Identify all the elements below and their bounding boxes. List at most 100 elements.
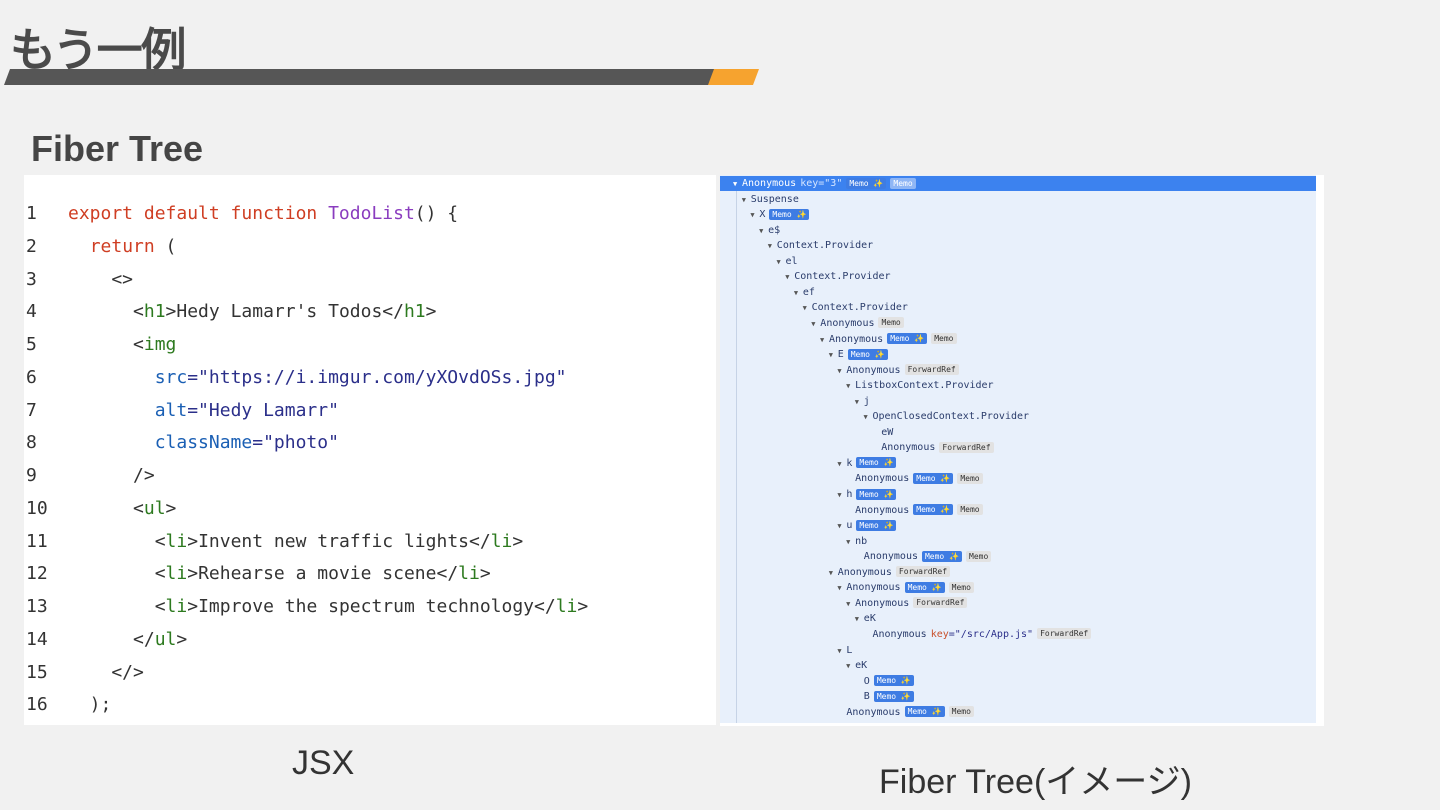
tree-node[interactable]: ▼ e$ — [720, 223, 780, 238]
tree-node[interactable]: ▼ j — [720, 394, 870, 409]
type-badge: Memo — [948, 581, 974, 593]
tree-node[interactable]: ▼ eK — [720, 658, 867, 673]
jsx-code-panel: 1 export default function TodoList() {2 r… — [24, 175, 716, 725]
tree-node-label: Context.Provider — [811, 302, 908, 314]
tree-node-label: Anonymous — [837, 566, 892, 578]
code-token: > — [512, 530, 524, 552]
tree-node[interactable]: ▼ k Memo ✨ — [720, 456, 897, 471]
tree-node[interactable]: Anonymous Memo ✨ Memo — [720, 549, 992, 564]
expand-triangle-icon[interactable]: ▼ — [742, 193, 751, 208]
tree-node[interactable]: ▼ Anonymous Memo ✨ Memo — [720, 332, 957, 347]
expand-triangle-icon[interactable]: ▼ — [759, 224, 768, 239]
expand-triangle-icon[interactable]: ▼ — [829, 348, 838, 363]
tree-node[interactable]: ▼ eK — [720, 611, 876, 626]
tree-node-label: ef — [802, 286, 815, 298]
tree-node[interactable]: ▼ Context.Provider — [720, 300, 908, 315]
expand-triangle-icon[interactable]: ▼ — [855, 612, 864, 627]
code-line: 7 alt="Hedy Lamarr" — [24, 394, 339, 427]
code-token: TodoList — [328, 203, 415, 224]
expand-triangle-icon[interactable]: ▼ — [846, 379, 855, 394]
tree-node[interactable]: ▼ Anonymous Memo ✨ Memo — [720, 580, 974, 595]
code-token: ="Hedy Lamarr" — [187, 399, 339, 421]
expand-triangle-icon[interactable]: ▼ — [785, 270, 794, 285]
tree-node[interactable]: ▼ L — [720, 643, 852, 658]
code-token: /> — [68, 465, 155, 486]
tree-node-label: B — [863, 691, 870, 703]
tree-node[interactable]: ▼ Context.Provider — [720, 238, 873, 253]
expand-triangle-icon[interactable]: ▼ — [829, 566, 838, 581]
tree-node[interactable]: ▼ Anonymous key="3" Memo ✨ Memo — [720, 176, 1316, 191]
tree-node-label: eK — [863, 613, 876, 625]
type-badge: Memo — [957, 472, 983, 484]
tree-node[interactable]: ▼ Anonymous Memo — [720, 316, 904, 331]
tree-node[interactable]: ▼ u Memo ✨ — [720, 518, 897, 533]
expand-triangle-icon[interactable]: ▼ — [846, 535, 855, 550]
line-number: 12 — [26, 563, 48, 585]
tree-node[interactable]: Anonymous key="/src/App.js" ForwardRef — [720, 627, 1092, 642]
tree-node[interactable]: Anonymous Memo ✨ Memo — [720, 471, 983, 486]
tree-node[interactable]: ▼ el — [720, 254, 798, 269]
code-token: export default function — [68, 203, 329, 224]
tree-node[interactable]: ▼ Suspense — [720, 192, 799, 207]
tree-node-label: h — [846, 489, 853, 500]
memo-compiler-badge: Memo ✨ — [856, 457, 897, 469]
tree-node[interactable]: ▼ Anonymous ForwardRef — [720, 363, 959, 378]
tree-node[interactable]: ▼ Context.Provider — [720, 269, 890, 285]
tree-node[interactable]: B Memo ✨ — [720, 689, 914, 704]
code-line: 8 className="photo" — [24, 426, 339, 459]
code-token: < — [68, 530, 166, 552]
line-number: 10 — [26, 497, 48, 519]
code-token: < — [68, 497, 144, 519]
tree-node[interactable]: ▼ Anonymous ForwardRef — [720, 565, 951, 581]
title-underline-bar — [4, 69, 759, 85]
tree-node[interactable]: ▼ ef — [720, 285, 815, 300]
tree-node[interactable]: ▼ Anonymous ForwardRef — [720, 596, 968, 612]
type-badge: ForwardRef — [1037, 628, 1092, 640]
expand-triangle-icon[interactable]: ▼ — [820, 333, 829, 348]
code-token: li — [458, 563, 480, 585]
code-line: 14 </ul> — [24, 623, 187, 656]
expand-triangle-icon[interactable]: ▼ — [733, 177, 742, 192]
memo-compiler-badge: Memo ✨ — [887, 333, 928, 344]
caption-jsx: JSX — [292, 744, 355, 782]
memo-compiler-badge: Memo ✨ — [846, 177, 887, 189]
memo-compiler-badge: Memo ✨ — [856, 519, 897, 531]
tree-node[interactable]: Anonymous ForwardRef — [720, 440, 994, 455]
memo-compiler-badge: Memo ✨ — [873, 675, 914, 687]
memo-compiler-badge: Memo ✨ — [769, 208, 810, 220]
tree-node[interactable]: eW — [720, 425, 893, 440]
line-number: 14 — [26, 628, 48, 650]
tree-node[interactable]: ▼ OpenClosedContext.Provider — [720, 409, 1030, 425]
expand-triangle-icon[interactable]: ▼ — [803, 301, 812, 316]
expand-triangle-icon[interactable]: ▼ — [777, 255, 786, 270]
tree-node[interactable]: ▼ ListboxContext.Provider — [720, 378, 994, 394]
expand-triangle-icon[interactable]: ▼ — [864, 410, 873, 425]
tree-node-label: O — [863, 675, 870, 687]
prop-key: key — [930, 628, 949, 640]
expand-triangle-icon[interactable]: ▼ — [846, 659, 855, 674]
tree-node[interactable]: ▼ h Memo ✨ — [720, 487, 897, 502]
tree-node[interactable]: Anonymous Memo ✨ Memo — [720, 503, 983, 518]
expand-triangle-icon[interactable]: ▼ — [794, 286, 803, 301]
tree-node[interactable]: ▼ nb — [720, 534, 867, 549]
expand-triangle-icon[interactable]: ▼ — [846, 597, 855, 612]
code-line: 15 </> — [24, 656, 144, 689]
expand-triangle-icon[interactable]: ▼ — [855, 395, 864, 410]
line-number: 1 — [26, 203, 37, 224]
tree-node-label: Context.Provider — [776, 240, 874, 252]
tree-node[interactable]: ▼ E Memo ✨ — [720, 347, 888, 362]
fiber-tree-list[interactable]: ▼ Anonymous key="3" Memo ✨ Memo ▼ Suspense ▼ X Me… — [720, 175, 1316, 723]
tree-node-label: X — [759, 209, 766, 221]
tree-node[interactable]: O Memo ✨ — [720, 674, 914, 689]
type-badge: Memo — [957, 504, 983, 516]
tree-node[interactable]: ▼ X Memo ✨ — [720, 207, 810, 222]
code-token: ="https://i.imgur.com/yXOvdOSs.jpg" — [187, 366, 567, 388]
tree-node-label: L — [846, 644, 853, 656]
tree-node-label: ListboxContext.Provider — [855, 380, 994, 392]
expand-triangle-icon[interactable]: ▼ — [768, 239, 777, 254]
tree-node[interactable]: Anonymous Memo ✨ Memo — [720, 705, 974, 720]
tree-node-label: Anonymous — [881, 442, 936, 454]
expand-triangle-icon[interactable]: ▼ — [811, 317, 820, 332]
code-token: className — [154, 432, 253, 454]
code-token: ); — [68, 694, 112, 716]
